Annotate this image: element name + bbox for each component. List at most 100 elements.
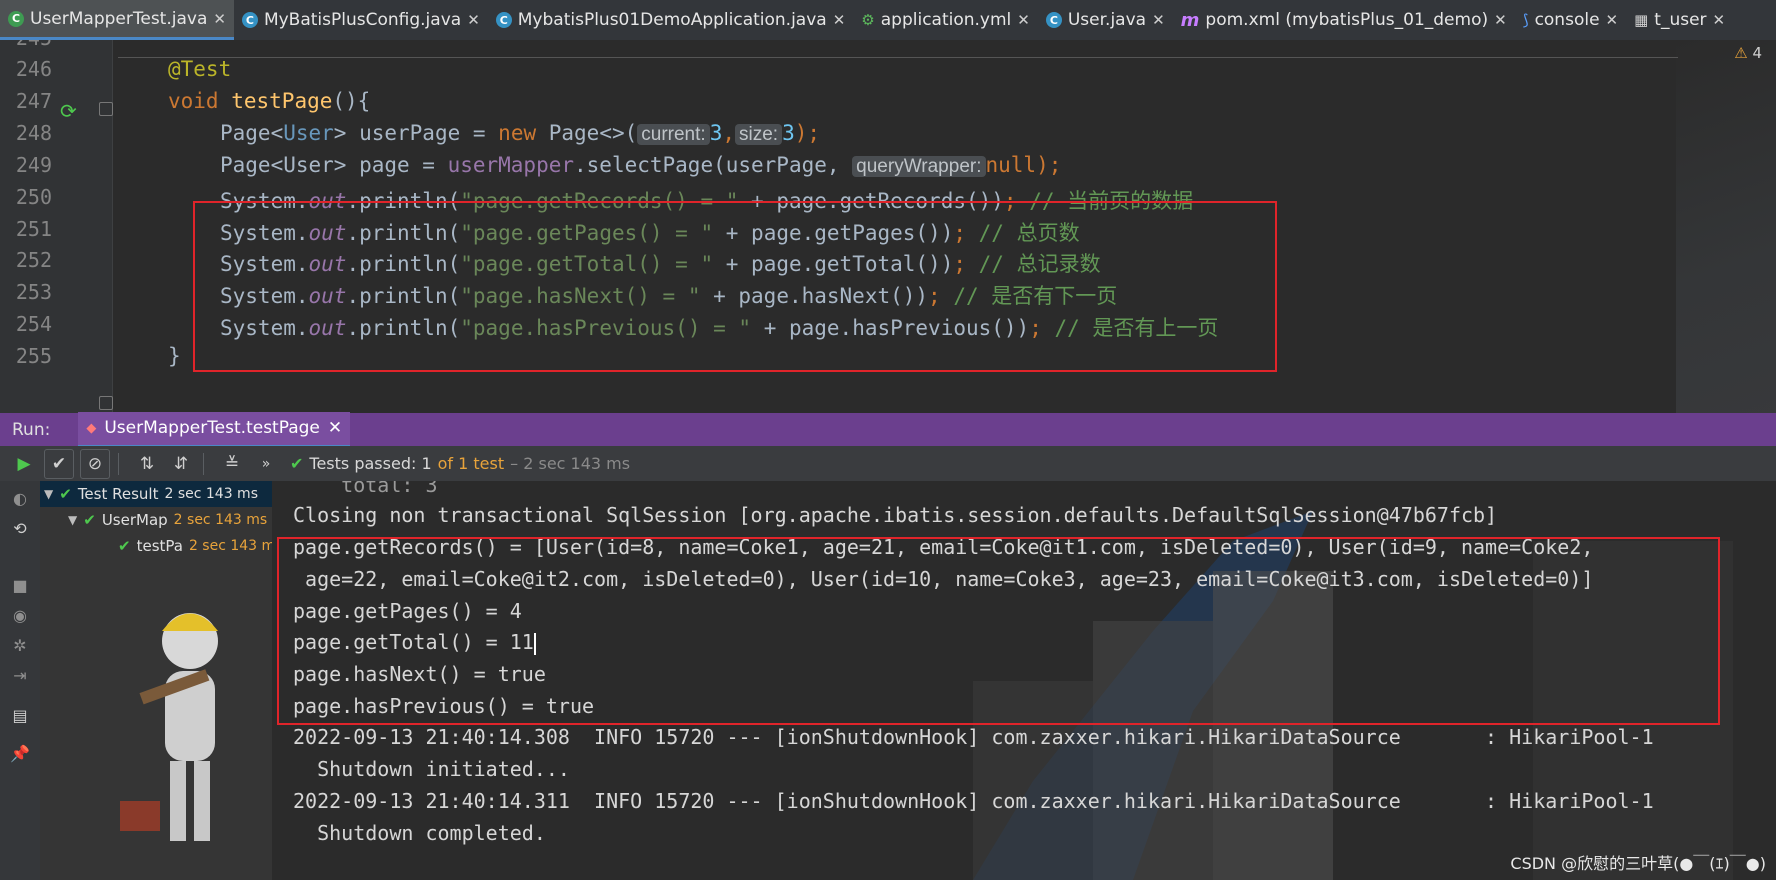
close-icon[interactable]: ✕ bbox=[1606, 11, 1619, 29]
tab-label: MybatisPlus01DemoApplication.java bbox=[517, 10, 827, 30]
chevron-down-icon[interactable]: ▼ bbox=[68, 513, 77, 527]
parameter-hint: size: bbox=[735, 124, 783, 145]
keyword: void bbox=[168, 89, 219, 113]
expand-all-icon[interactable]: ≚ bbox=[218, 450, 246, 478]
more-icon[interactable]: » bbox=[252, 450, 280, 478]
tab-pom-xml[interactable]: m pom.xml (mybatisPlus_01_demo) ✕ bbox=[1173, 0, 1515, 40]
show-passed-toggle[interactable]: ✔ bbox=[44, 448, 74, 479]
tab-usermappertest[interactable]: C UserMapperTest.java ✕ bbox=[0, 0, 234, 40]
rerun-failed-icon[interactable]: ⟲ bbox=[11, 519, 29, 538]
number-literal: 3 bbox=[709, 121, 723, 145]
show-ignored-toggle[interactable]: ⊘ bbox=[80, 448, 110, 479]
toolbar-separator bbox=[203, 452, 204, 475]
fold-toggle[interactable] bbox=[99, 396, 113, 410]
console-line: 2022-09-13 21:40:14.311 INFO 15720 --- [… bbox=[293, 789, 1654, 813]
method-name: testPage bbox=[231, 89, 333, 113]
keyword: null bbox=[985, 153, 1037, 177]
line-number: 252 bbox=[15, 248, 52, 272]
warnings-count: 4 bbox=[1752, 44, 1762, 62]
run-tool-window-header: Run: ◆ UserMapperTest.testPage ✕ bbox=[0, 411, 1776, 448]
type-name: User bbox=[283, 121, 334, 145]
tab-application-yml[interactable]: ⚙ application.yml ✕ bbox=[853, 0, 1038, 40]
code-text: Page<User> page = bbox=[220, 153, 448, 177]
field-name: userMapper bbox=[447, 153, 575, 177]
close-icon[interactable]: ✕ bbox=[467, 11, 480, 29]
tab-application-class[interactable]: C MybatisPlus01DemoApplication.java ✕ bbox=[488, 0, 854, 40]
close-icon[interactable]: ✕ bbox=[213, 10, 226, 28]
rerun-icon[interactable]: ▶ bbox=[10, 450, 38, 478]
parameter-hint: queryWrapper: bbox=[852, 156, 986, 177]
run-label: Run: bbox=[12, 419, 51, 440]
close-icon[interactable]: ✕ bbox=[328, 418, 342, 438]
line-number: 255 bbox=[15, 344, 52, 368]
passed-check-icon: ✔ bbox=[290, 454, 304, 473]
line-number: 247 bbox=[15, 89, 52, 113]
code-line-255: } bbox=[168, 344, 181, 368]
watermark: CSDN @欣慰的三叶草(●￣(ｴ)￣●) bbox=[1510, 854, 1766, 873]
console-line: Shutdown completed. bbox=[293, 821, 546, 845]
java-class-green-icon: C bbox=[8, 10, 24, 27]
tab-console[interactable]: ⟆ console ✕ bbox=[1515, 0, 1626, 40]
console-output[interactable]: total: 3 Closing non transactional SqlSe… bbox=[273, 481, 1776, 880]
console-line: 2022-09-13 21:40:14.308 INFO 15720 --- [… bbox=[293, 725, 1654, 749]
tab-label: application.yml bbox=[880, 10, 1012, 30]
close-icon[interactable]: ✕ bbox=[1152, 11, 1165, 29]
code-line-246: @Test bbox=[168, 57, 232, 81]
code-editor[interactable]: ⚠ 4 245 246 247 248 249 250 251 252 253 … bbox=[0, 40, 1776, 413]
code-line-248: Page<User> userPage = new Page<>(current… bbox=[220, 121, 820, 146]
tree-item-duration: 2 sec 143 ms bbox=[173, 512, 268, 528]
code-text: (){ bbox=[332, 89, 371, 113]
code-text: ); bbox=[794, 121, 821, 145]
tab-user-java[interactable]: C User.java ✕ bbox=[1038, 0, 1173, 40]
line-number: 245 bbox=[10, 40, 52, 50]
editor-tab-bar: C UserMapperTest.java ✕ C MyBatisPlusCon… bbox=[0, 0, 1776, 41]
console-line: Closing non transactional SqlSession [or… bbox=[293, 503, 1498, 527]
exit-icon[interactable]: ⇥ bbox=[11, 666, 29, 685]
editor-background-art bbox=[1676, 40, 1776, 413]
status-duration: – 2 sec 143 ms bbox=[510, 454, 631, 473]
line-number: 254 bbox=[15, 312, 52, 336]
close-icon[interactable]: ✕ bbox=[1713, 11, 1726, 29]
camera-icon[interactable]: ◉ bbox=[11, 606, 29, 625]
tab-label: MyBatisPlusConfig.java bbox=[263, 10, 462, 30]
highlight-box bbox=[277, 537, 1720, 725]
settings-icon[interactable]: ✲ bbox=[11, 636, 29, 655]
stop-square-icon[interactable]: ■ bbox=[11, 576, 29, 595]
run-toolbar: ▶ ✔ ⊘ ⇅ ⇵ ≚ » ✔ Tests passed: 1 of 1 tes… bbox=[0, 446, 1776, 481]
number-literal: 3 bbox=[782, 121, 795, 145]
toolbar-separator bbox=[118, 452, 119, 475]
chevron-down-icon[interactable]: ▼ bbox=[44, 487, 53, 501]
layout-icon[interactable]: ▤ bbox=[11, 706, 29, 725]
pin-icon[interactable]: 📌 bbox=[10, 744, 30, 763]
passed-check-icon: ✔ bbox=[118, 537, 131, 555]
run-test-gutter-icon[interactable]: ⟳ bbox=[60, 99, 77, 123]
fold-toggle[interactable] bbox=[99, 102, 113, 116]
tab-mybatisplusconfig[interactable]: C MyBatisPlusConfig.java ✕ bbox=[234, 0, 488, 40]
line-number: 250 bbox=[15, 185, 52, 209]
run-config-tab[interactable]: ◆ UserMapperTest.testPage ✕ bbox=[78, 411, 351, 448]
close-icon[interactable]: ✕ bbox=[1017, 11, 1030, 29]
sort-duration-icon[interactable]: ⇵ bbox=[167, 450, 195, 478]
test-run-icon: ◆ bbox=[86, 420, 97, 436]
test-results-tree[interactable]: ▼ ✔ Test Result 2 sec 143 ms ▼ ✔ UserMap… bbox=[40, 481, 272, 880]
passed-check-icon: ✔ bbox=[59, 485, 72, 503]
code-line-247: void testPage(){ bbox=[168, 89, 370, 113]
tree-item-usermapper[interactable]: ▼ ✔ UserMap 2 sec 143 ms bbox=[68, 507, 267, 533]
background-figure bbox=[120, 613, 218, 841]
code-line-249: Page<User> page = userMapper.selectPage(… bbox=[220, 153, 1061, 178]
close-icon[interactable]: ✕ bbox=[833, 11, 846, 29]
run-tab-label: UserMapperTest.testPage bbox=[104, 418, 320, 438]
warning-icon: ⚠ bbox=[1734, 44, 1748, 62]
line-number: 251 bbox=[15, 217, 52, 241]
tab-t-user[interactable]: ▦ t_user ✕ bbox=[1626, 0, 1733, 40]
sort-alpha-icon[interactable]: ⇅ bbox=[133, 450, 161, 478]
warnings-indicator[interactable]: ⚠ 4 bbox=[1734, 44, 1762, 62]
tree-item-test-result[interactable]: ▼ ✔ Test Result 2 sec 143 ms bbox=[40, 481, 272, 507]
java-class-icon: C bbox=[1045, 12, 1062, 28]
tree-item-testpage[interactable]: ✔ testPa 2 sec 143 ms bbox=[118, 533, 272, 559]
stop-icon[interactable]: ◐ bbox=[11, 489, 29, 508]
close-icon[interactable]: ✕ bbox=[1494, 11, 1507, 29]
gutter-divider bbox=[112, 40, 113, 413]
keyword: new bbox=[498, 121, 537, 145]
maven-icon: m bbox=[1180, 9, 1200, 31]
